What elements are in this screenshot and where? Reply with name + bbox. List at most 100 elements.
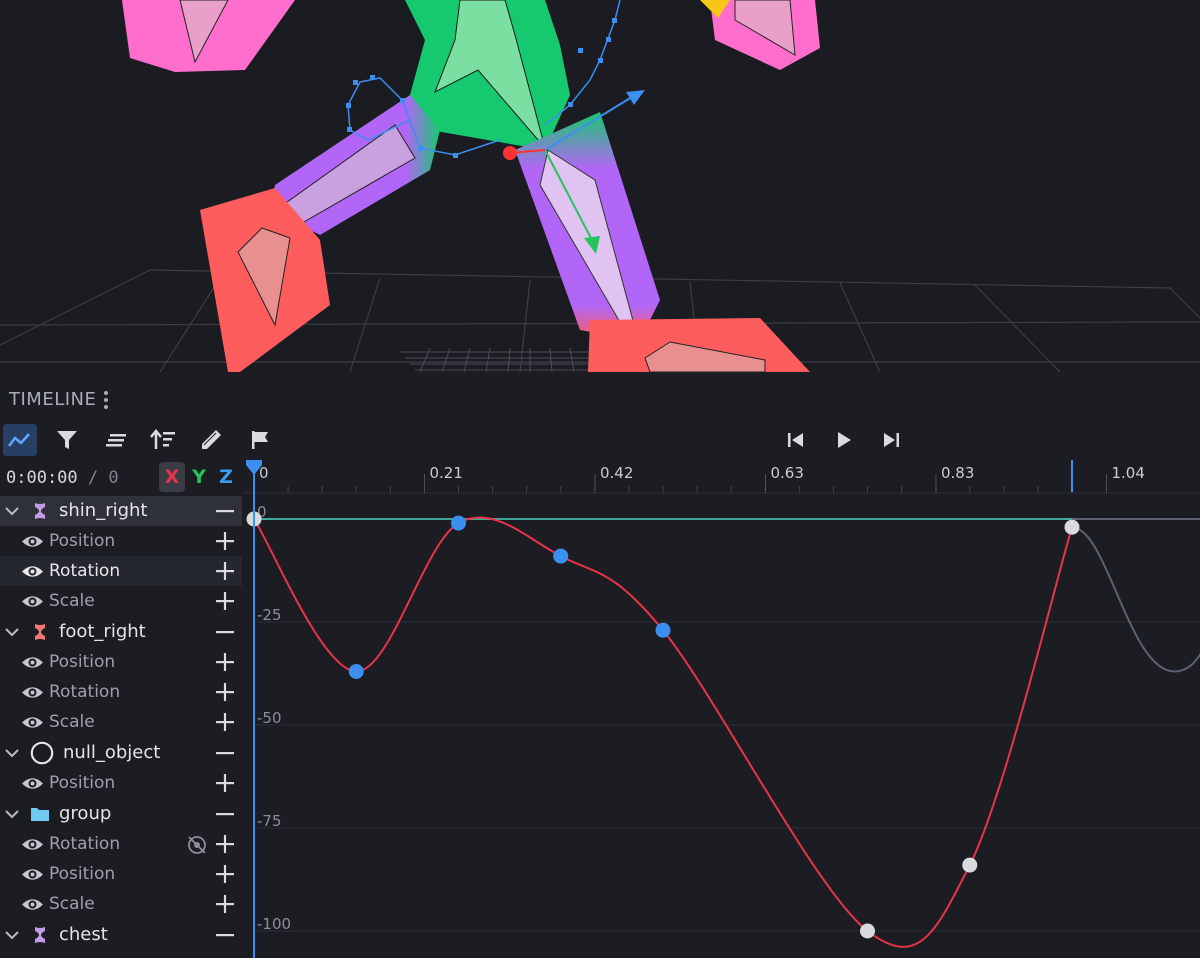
track-name: chest [59,924,108,945]
minus-icon[interactable] [214,622,236,642]
channel-scale[interactable]: Scale [0,707,242,737]
folder-icon [31,808,49,821]
filter-button[interactable] [50,424,84,456]
track-foot-right[interactable]: foot_right [0,617,242,647]
track-name: null_object [63,742,161,763]
plus-icon[interactable] [214,834,236,854]
minus-icon[interactable] [214,743,236,763]
3d-viewport[interactable] [0,0,1200,372]
keyframe-selected[interactable] [451,515,466,531]
flag-icon [252,431,268,449]
axis-y-toggle[interactable]: Y [186,462,212,492]
graph-editor-icon [8,433,30,447]
marker-button[interactable] [243,424,277,456]
graph-canvas[interactable]: 0 0.21 0.42 0.63 0.83 1.04 0-25-50-75-100 [244,460,1200,958]
keyframe-selected[interactable] [348,663,364,679]
channel-label: Rotation [49,834,121,854]
x-rotation-curve-extrapolated [1071,526,1200,673]
channel-scale[interactable]: Scale [0,586,242,616]
plus-icon[interactable] [214,682,236,702]
channel-position[interactable]: Position [0,859,242,889]
track-name: shin_right [59,500,148,521]
time-ruler: 0 0.21 0.42 0.63 0.83 1.04 [244,460,1200,494]
keyframe[interactable] [860,923,875,939]
graph-editor-button[interactable] [3,424,37,456]
skip-to-end-button[interactable] [874,424,908,456]
skip-to-end-icon [884,433,899,447]
x-rotation-curve [253,516,1073,948]
channel-position[interactable]: Position [0,526,242,556]
minus-icon[interactable] [214,501,236,521]
eye-icon[interactable] [21,655,44,670]
eye-icon[interactable] [21,564,44,579]
bone-icon [35,927,45,943]
minus-icon[interactable] [214,925,236,945]
eye-icon[interactable] [21,897,44,912]
track-shin-right[interactable]: shin_right [0,496,242,526]
play-button[interactable] [827,424,861,456]
eye-icon[interactable] [21,837,44,852]
keyframe-selected[interactable] [553,548,569,564]
track-name: foot_right [59,621,146,642]
bone-icon [35,503,45,519]
skip-to-start-button[interactable] [779,424,813,456]
eye-icon[interactable] [21,715,44,730]
eye-icon[interactable] [21,776,44,791]
eye-icon[interactable] [21,534,44,549]
channel-label: Rotation [49,561,121,581]
timeline-panel: TIMELINE 0:00:00 / 0 X Y Z shin_right Po… [0,372,1200,958]
keyframe-selected[interactable] [655,622,671,638]
channel-label: Scale [49,894,95,914]
chevron-down-icon[interactable] [4,746,20,760]
track-chest[interactable]: chest [0,920,242,950]
axis-x-toggle[interactable]: X [159,462,185,492]
viewport-scene [0,0,1200,372]
eye-icon[interactable] [21,685,44,700]
channel-label: Position [49,652,116,672]
value-label: -25 [257,606,282,624]
current-time: 0:00:00 [6,468,78,488]
eye-icon[interactable] [21,594,44,609]
chevron-down-icon[interactable] [4,807,20,821]
plus-icon[interactable] [214,864,236,884]
sort-button[interactable] [146,424,180,456]
axis-z-toggle[interactable]: Z [213,462,239,492]
channel-scale[interactable]: Scale [0,889,242,919]
ruler-label: 0.42 [600,464,633,482]
ruler-label: 0.63 [771,464,804,482]
plus-icon[interactable] [214,652,236,672]
list-view-button[interactable] [99,424,133,456]
eye-icon[interactable] [21,867,44,882]
channel-label: Rotation [49,682,121,702]
minus-icon[interactable] [214,804,236,824]
pen-tool-button[interactable] [194,424,228,456]
plus-icon[interactable] [214,531,236,551]
plus-icon[interactable] [214,561,236,581]
list-icon [106,434,126,447]
channel-rotation[interactable]: Rotation [0,829,242,859]
time-display[interactable]: 0:00:00 / 0 [6,468,119,488]
mute-channel-icon[interactable] [186,834,208,856]
channel-position[interactable]: Position [0,647,242,677]
track-null-object[interactable]: null_object [0,738,242,768]
graph-editor[interactable]: 0 0.21 0.42 0.63 0.83 1.04 0 -25 -50 -75 -100 [244,460,1200,958]
channel-rotation[interactable]: Rotation [0,677,242,707]
value-label: -75 [257,812,282,830]
more-menu-icon[interactable] [101,390,111,410]
keyframe[interactable] [1064,519,1080,535]
plus-icon[interactable] [214,894,236,914]
plus-icon[interactable] [214,712,236,732]
chevron-down-icon[interactable] [4,625,20,639]
chevron-down-icon[interactable] [4,504,20,518]
channel-position[interactable]: Position [0,768,242,798]
channel-rotation[interactable]: Rotation [0,556,242,586]
track-group[interactable]: group [0,799,242,829]
play-icon [838,432,851,448]
x-gizmo-handle [503,146,517,160]
channel-label: Position [49,773,116,793]
plus-icon[interactable] [214,773,236,793]
chevron-down-icon[interactable] [4,928,20,942]
keyframe[interactable] [962,857,978,873]
plus-icon[interactable] [214,591,236,611]
z-gizmo-arrow [626,90,645,105]
